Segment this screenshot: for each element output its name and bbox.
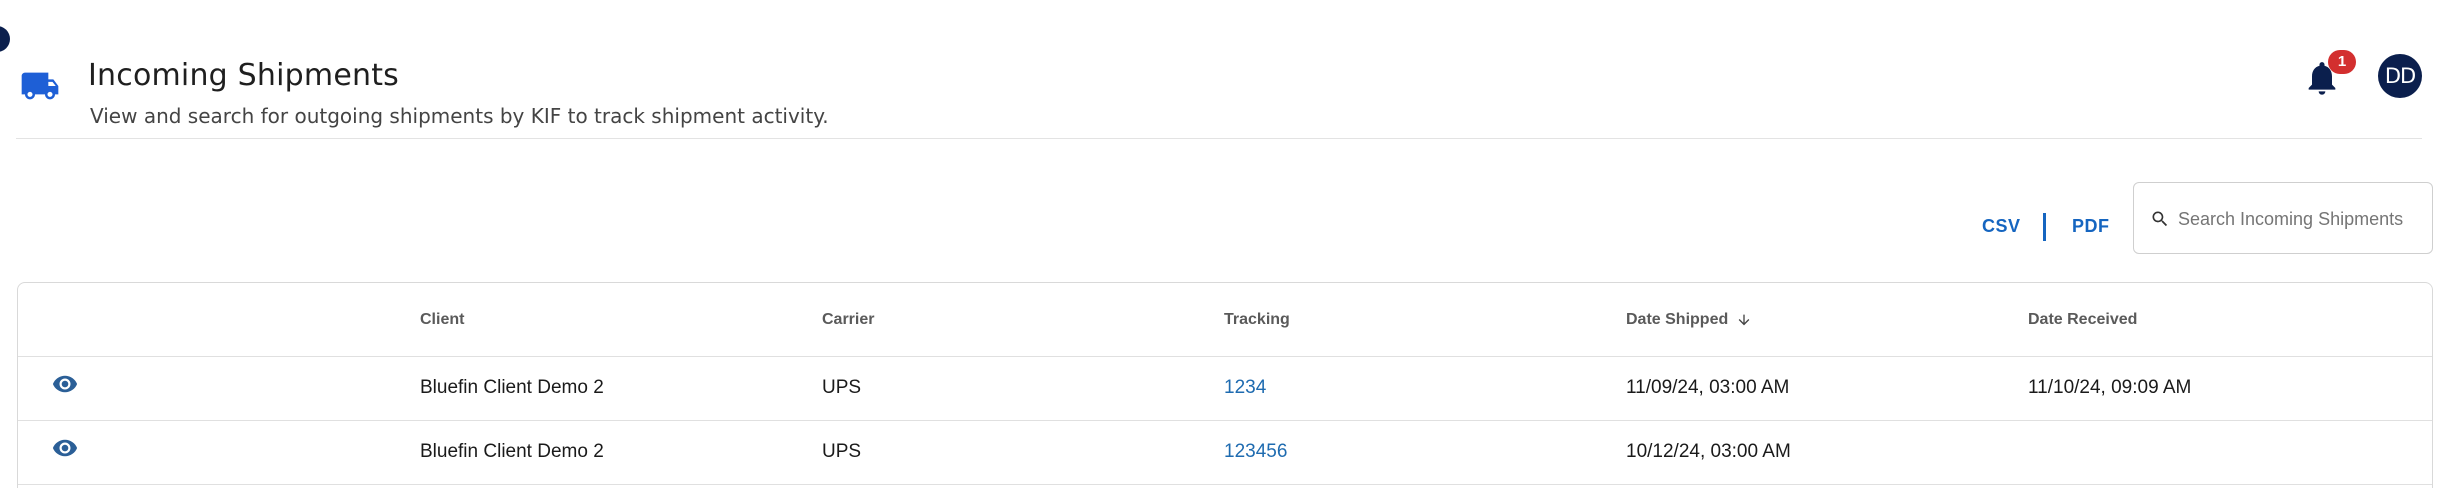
shipments-table: Client Carrier Tracking Date Shipped Dat… (17, 282, 2433, 488)
sort-descending-arrow-icon[interactable] (1736, 311, 1752, 329)
column-header-date-shipped-label: Date Shipped (1626, 311, 1729, 329)
column-header-date-received[interactable]: Date Received (2028, 311, 2137, 329)
export-csv-button[interactable]: CSV (1982, 216, 2021, 240)
user-avatar[interactable]: DD (2378, 54, 2422, 98)
corner-indicator-dot (0, 26, 10, 52)
table-header-row: Client Carrier Tracking Date Shipped Dat… (18, 283, 2432, 357)
view-eye-icon[interactable] (50, 437, 80, 459)
cell-date-shipped: 10/12/24, 03:00 AM (1626, 441, 1791, 462)
column-header-date-shipped[interactable]: Date Shipped (1626, 311, 1752, 329)
search-icon (2152, 211, 2168, 227)
column-header-carrier[interactable]: Carrier (822, 311, 874, 329)
page-title: Incoming Shipments (88, 58, 399, 93)
header-divider (16, 138, 2422, 139)
page-subtitle: View and search for outgoing shipments b… (90, 104, 829, 128)
truck-icon (21, 72, 59, 100)
tracking-link[interactable]: 123456 (1224, 441, 1287, 463)
cell-date-received: 11/10/24, 09:09 AM (2028, 377, 2192, 398)
cell-client: Bluefin Client Demo 2 (420, 377, 604, 398)
cell-carrier: UPS (822, 377, 862, 398)
cell-client: Bluefin Client Demo 2 (420, 441, 604, 462)
table-row[interactable]: Bluefin Client Demo 2 UPS 123456 10/12/2… (18, 421, 2432, 485)
export-separator (2043, 213, 2046, 241)
cell-carrier: UPS (822, 441, 862, 462)
tracking-link[interactable]: 1234 (1224, 377, 1266, 399)
search-box[interactable] (2133, 182, 2433, 254)
notification-count-badge: 1 (2328, 50, 2356, 74)
cell-date-shipped: 11/09/24, 03:00 AM (1626, 377, 1790, 398)
export-pdf-button[interactable]: PDF (2072, 216, 2110, 240)
page-header: Incoming Shipments View and search for o… (18, 52, 2418, 138)
column-header-client[interactable]: Client (420, 311, 464, 329)
column-header-tracking[interactable]: Tracking (1224, 311, 1290, 329)
search-input[interactable] (2178, 201, 2422, 237)
table-row[interactable]: Bluefin Client Demo 2 UPS 1234 11/09/24,… (18, 357, 2432, 421)
view-eye-icon[interactable] (50, 373, 80, 395)
